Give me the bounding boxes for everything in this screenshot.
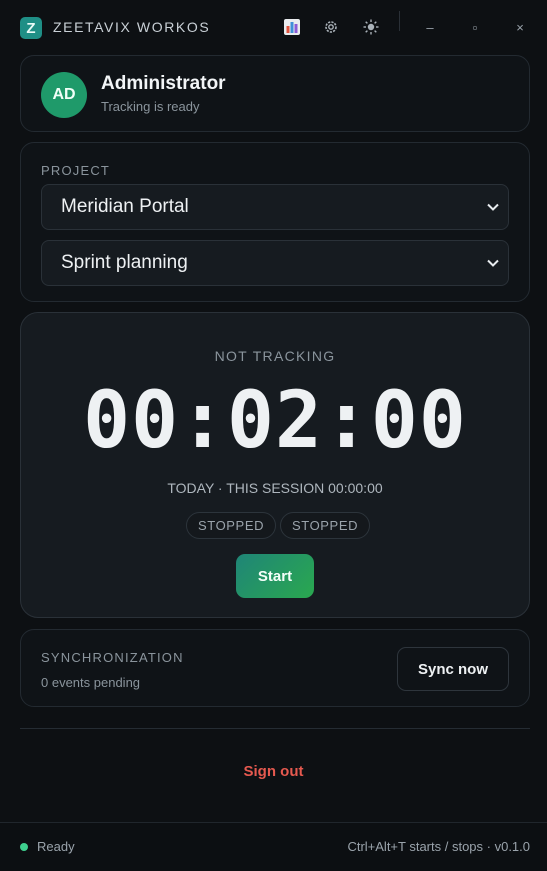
divider — [20, 728, 530, 729]
avatar: AD — [41, 72, 87, 118]
sun-icon[interactable] — [361, 17, 381, 37]
task-select[interactable]: Sprint planning — [41, 240, 509, 286]
timer-seconds: 00 — [370, 376, 467, 466]
sync-pending: 0 events pending — [41, 675, 141, 690]
start-button[interactable]: Start — [236, 554, 314, 598]
status-badge: STOPPED — [280, 512, 371, 539]
status-bar: Ready Ctrl+Alt+T starts / stops · v0.1.0 — [0, 822, 547, 871]
app-logo: Z — [20, 17, 42, 39]
chevron-down-icon — [487, 259, 499, 267]
sync-card: SYNCHRONIZATION 0 events pending Sync no… — [20, 629, 530, 707]
shortcut-hint: Ctrl+Alt+T starts / stops · v0.1.0 — [347, 839, 530, 854]
gear-icon[interactable] — [321, 17, 341, 37]
sign-out-button[interactable]: Sign out — [0, 763, 547, 780]
tracking-state: NOT TRACKING — [214, 348, 336, 364]
chart-icon[interactable] — [282, 17, 302, 37]
close-button[interactable]: × — [510, 17, 530, 37]
sync-now-button[interactable]: Sync now — [397, 647, 509, 691]
project-label: PROJECT — [41, 163, 111, 178]
user-name: Administrator — [101, 73, 226, 94]
task-select-value: Sprint planning — [61, 252, 188, 273]
status-text: Ready — [37, 839, 75, 854]
session-summary: TODAY · THIS SESSION 00:00:00 — [167, 480, 383, 496]
user-status: Tracking is ready — [101, 99, 200, 114]
app-title: ZEETAVIX WORKOS — [53, 19, 211, 35]
title-bar: Z ZEETAVIX WORKOS – ▫ × — [0, 0, 547, 56]
user-card: AD Administrator Tracking is ready — [20, 55, 530, 132]
title-separator — [399, 11, 400, 31]
timer-minutes: 02 — [227, 376, 323, 466]
timer-hours: 00 — [83, 376, 180, 466]
project-card: PROJECT Meridian Portal Sprint planning — [20, 142, 530, 302]
timer-card: NOT TRACKING 00:02:00 TODAY · THIS SESSI… — [20, 312, 530, 618]
maximize-button[interactable]: ▫ — [465, 17, 485, 37]
project-select[interactable]: Meridian Portal — [41, 184, 509, 230]
minimize-button[interactable]: – — [420, 17, 440, 37]
chevron-down-icon — [487, 203, 499, 211]
status-badge: STOPPED — [186, 512, 277, 539]
status-dot-icon — [20, 843, 28, 851]
sync-label: SYNCHRONIZATION — [41, 650, 184, 665]
timer-display: 00:02:00 — [83, 376, 467, 466]
project-select-value: Meridian Portal — [61, 196, 189, 217]
